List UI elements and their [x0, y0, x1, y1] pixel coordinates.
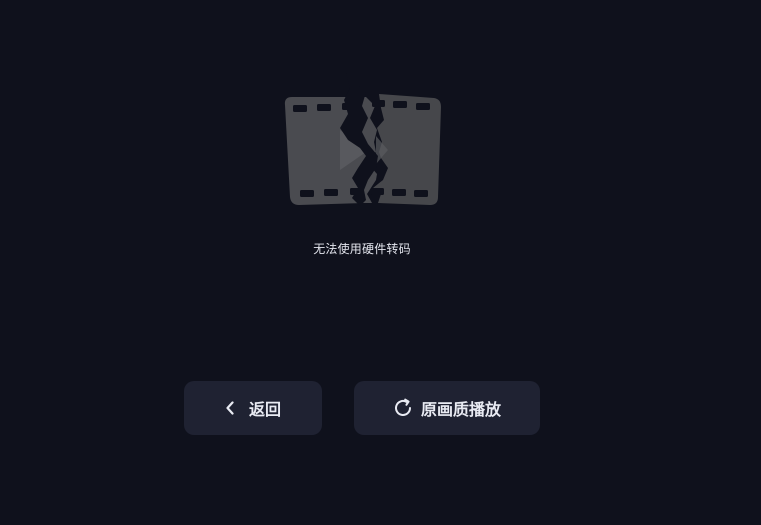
error-illustration — [280, 70, 446, 212]
play-original-quality-button[interactable]: 原画质播放 — [354, 381, 540, 435]
play-original-quality-label: 原画质播放 — [420, 400, 501, 419]
broken-film-icon — [284, 73, 441, 206]
back-button-label: 返回 — [248, 400, 281, 419]
back-button[interactable]: 返回 — [184, 381, 322, 435]
chevron-left-icon — [225, 401, 235, 415]
error-message: 无法使用硬件转码 — [313, 242, 411, 256]
refresh-icon — [393, 398, 413, 418]
